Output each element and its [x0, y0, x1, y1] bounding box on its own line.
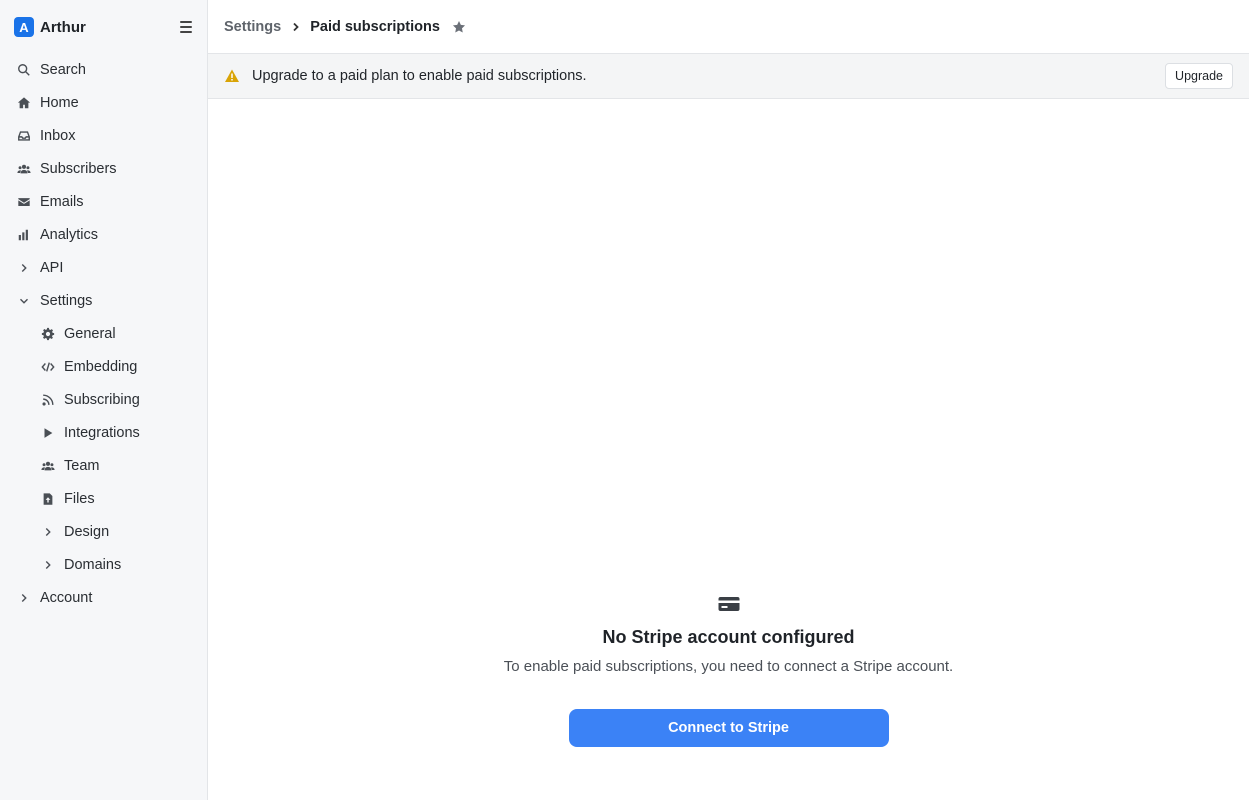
sidebar-item-label: Search	[40, 61, 86, 78]
banner-message: Upgrade to a paid plan to enable paid su…	[252, 68, 587, 84]
sidebar-item-general[interactable]: General	[0, 317, 207, 350]
connect-to-stripe-button[interactable]: Connect to Stripe	[568, 709, 889, 747]
sidebar-item-team[interactable]: Team	[0, 449, 207, 482]
chevron-right-icon	[40, 524, 56, 540]
sidebar-item-label: Settings	[40, 292, 93, 309]
app-root: A Arthur Search Home Inbox Subscribers E…	[0, 0, 1249, 800]
sidebar-item-label: API	[40, 259, 64, 276]
credit-card-icon	[717, 595, 741, 613]
warning-icon	[224, 68, 240, 84]
sidebar-nav: Search Home Inbox Subscribers Emails Ana…	[0, 53, 207, 614]
sidebar-item-settings[interactable]: Settings	[0, 284, 207, 317]
empty-state: No Stripe account configured To enable p…	[208, 595, 1249, 747]
sidebar-item-label: Team	[64, 457, 100, 474]
inbox-icon	[16, 128, 32, 144]
sidebar-item-api[interactable]: API	[0, 251, 207, 284]
sidebar-item-label: Subscribing	[64, 391, 140, 408]
brand-name: Arthur	[40, 18, 86, 36]
sidebar-item-label: Emails	[40, 193, 84, 210]
hamburger-menu-icon[interactable]	[178, 19, 194, 35]
sidebar-item-analytics[interactable]: Analytics	[0, 218, 207, 251]
sidebar-item-label: Integrations	[64, 424, 140, 441]
empty-state-title: No Stripe account configured	[602, 627, 855, 647]
sidebar-item-domains[interactable]: Domains	[0, 548, 207, 581]
file-upload-icon	[40, 491, 56, 507]
upgrade-banner: Upgrade to a paid plan to enable paid su…	[208, 54, 1249, 99]
sidebar-item-label: Inbox	[40, 127, 76, 144]
rss-icon	[40, 392, 56, 408]
bar-chart-icon	[16, 227, 32, 243]
envelope-icon	[16, 194, 32, 210]
breadcrumb: Settings Paid subscriptions	[208, 0, 1249, 54]
sidebar-item-search[interactable]: Search	[0, 53, 207, 86]
code-icon	[40, 359, 56, 375]
home-icon	[16, 95, 32, 111]
chevron-right-icon	[16, 260, 32, 276]
sidebar-item-subscribers[interactable]: Subscribers	[0, 152, 207, 185]
sidebar-item-embedding[interactable]: Embedding	[0, 350, 207, 383]
sidebar-item-label: Embedding	[64, 358, 138, 375]
sidebar-item-subscribing[interactable]: Subscribing	[0, 383, 207, 416]
chevron-down-icon	[16, 293, 32, 309]
brand-logo: A	[14, 17, 34, 37]
chevron-right-icon	[16, 590, 32, 606]
sidebar-item-label: Home	[40, 94, 79, 111]
sidebar-item-label: General	[64, 325, 116, 342]
upgrade-button[interactable]: Upgrade	[1165, 63, 1233, 89]
sidebar: A Arthur Search Home Inbox Subscribers E…	[0, 0, 208, 800]
sidebar-item-label: Domains	[64, 556, 122, 573]
page-title: Paid subscriptions	[310, 18, 440, 35]
gear-icon	[40, 326, 56, 342]
users-icon	[16, 161, 32, 177]
search-icon	[16, 62, 32, 78]
star-icon[interactable]	[452, 20, 466, 34]
brand[interactable]: A Arthur	[14, 17, 194, 37]
breadcrumb-settings-link[interactable]: Settings	[224, 19, 281, 35]
sidebar-item-files[interactable]: Files	[0, 482, 207, 515]
sidebar-item-inbox[interactable]: Inbox	[0, 119, 207, 152]
sidebar-item-label: Files	[64, 490, 95, 507]
play-icon	[40, 425, 56, 441]
empty-state-description: To enable paid subscriptions, you need t…	[503, 658, 954, 675]
sidebar-item-account[interactable]: Account	[0, 581, 207, 614]
sidebar-item-label: Analytics	[40, 226, 99, 243]
sidebar-item-integrations[interactable]: Integrations	[0, 416, 207, 449]
team-icon	[40, 458, 56, 474]
sidebar-item-home[interactable]: Home	[0, 86, 207, 119]
chevron-right-icon	[291, 22, 301, 32]
sidebar-item-label: Account	[40, 589, 93, 606]
sidebar-item-design[interactable]: Design	[0, 515, 207, 548]
sidebar-item-label: Subscribers	[40, 160, 117, 177]
sidebar-item-label: Design	[64, 523, 110, 540]
chevron-right-icon	[40, 557, 56, 573]
sidebar-item-emails[interactable]: Emails	[0, 185, 207, 218]
